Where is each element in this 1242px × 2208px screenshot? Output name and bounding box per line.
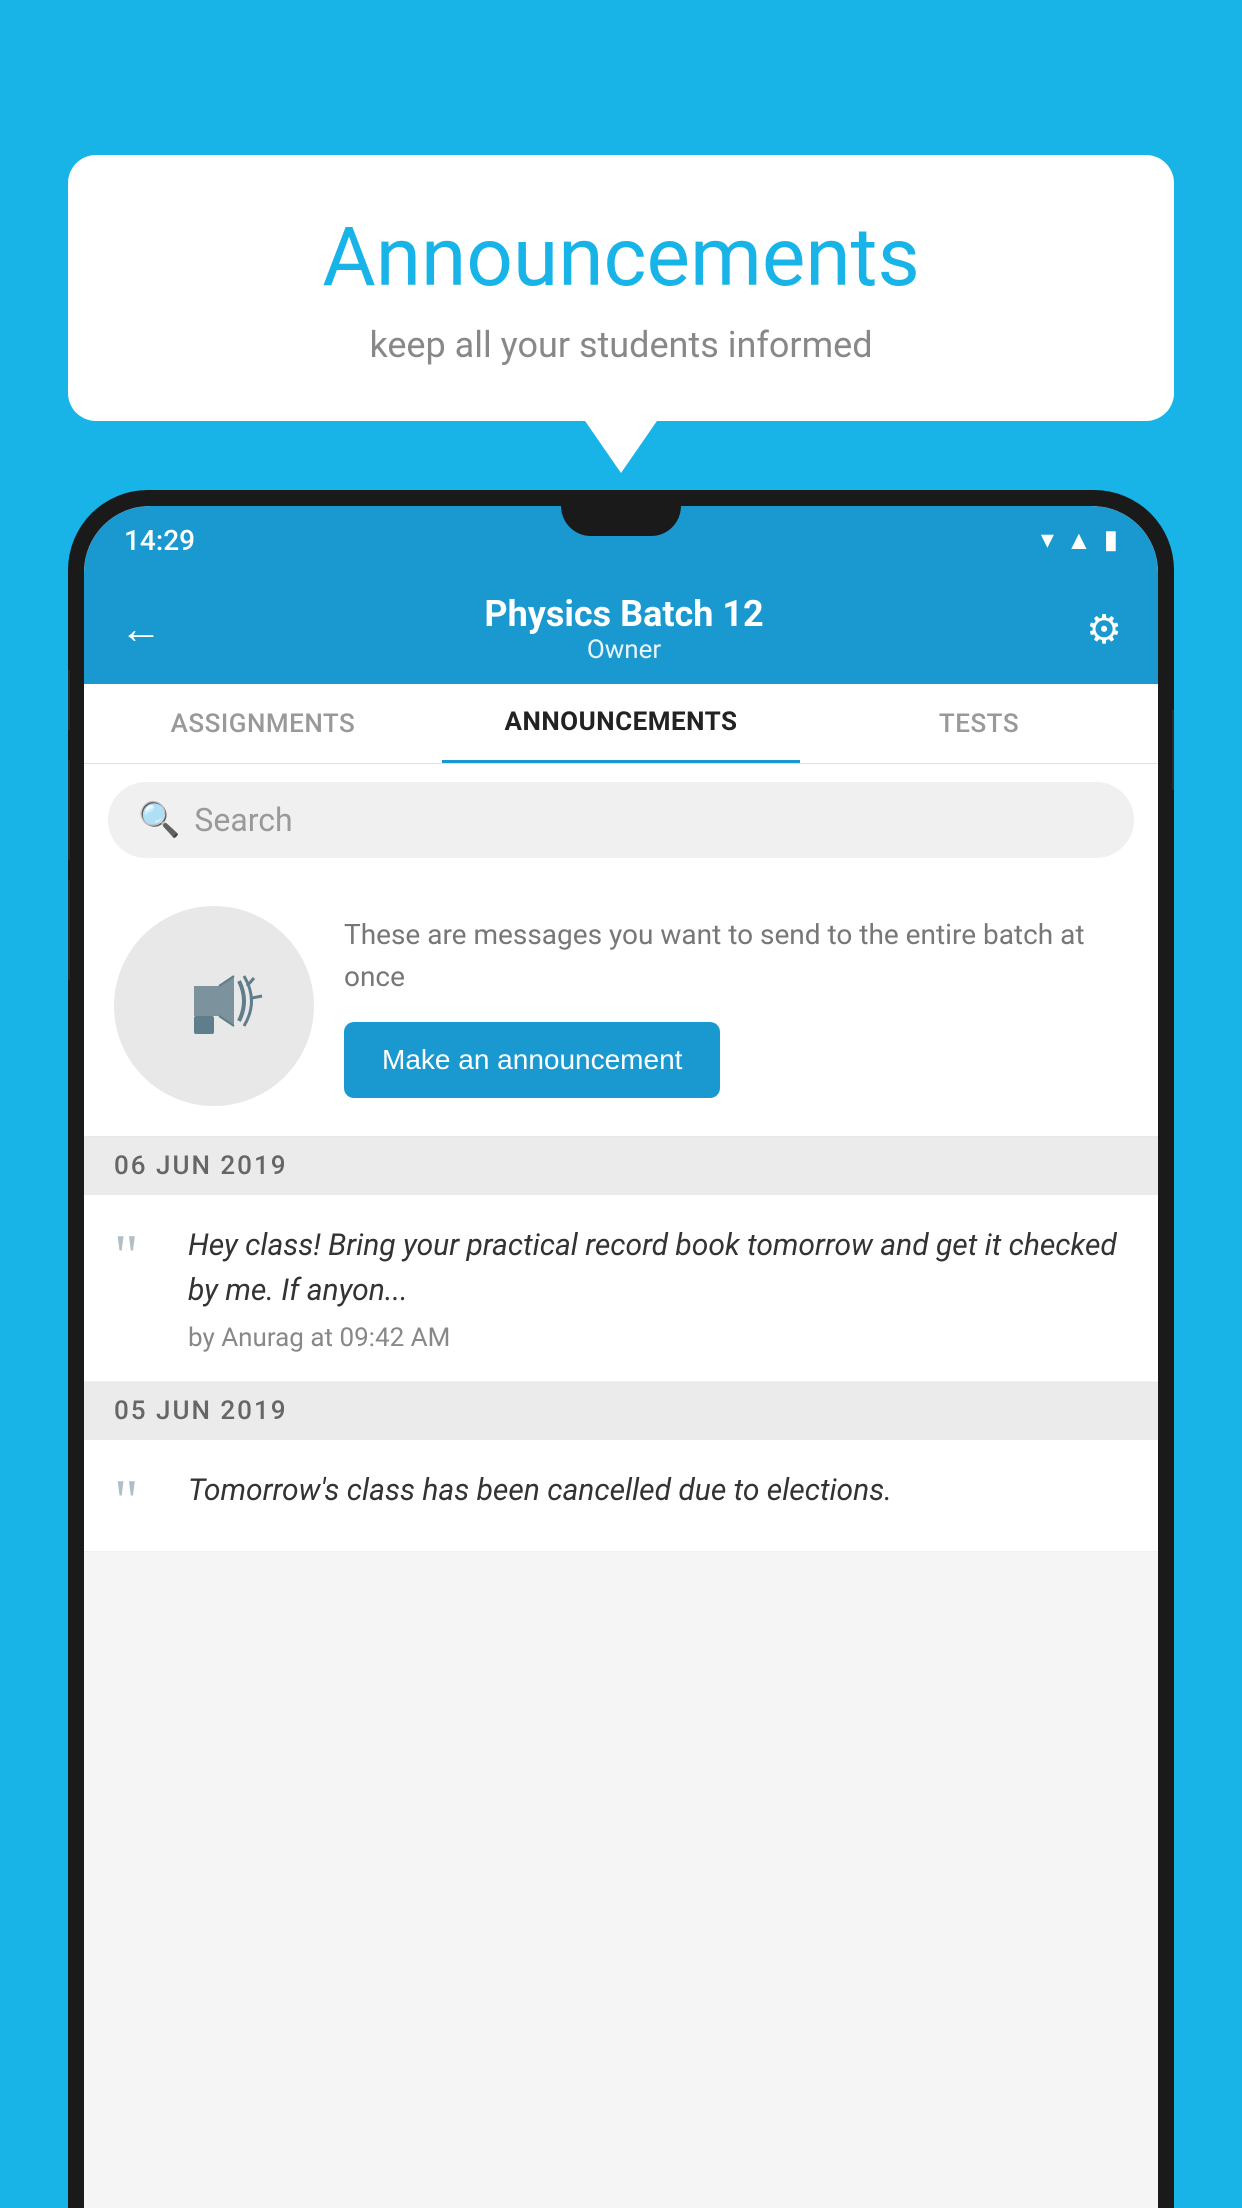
status-time: 14:29 (124, 524, 195, 557)
announcement-text-area-1: Hey class! Bring your practical record b… (188, 1223, 1128, 1353)
notch (561, 506, 681, 536)
volume-down-button (68, 880, 70, 980)
bubble-title: Announcements (128, 210, 1114, 306)
search-placeholder: Search (194, 801, 292, 839)
quote-icon-1: " (114, 1223, 164, 1277)
topbar-subtitle: Owner (484, 635, 763, 665)
date-separator-2: 05 JUN 2019 (84, 1382, 1158, 1440)
search-input-wrapper[interactable]: 🔍 Search (108, 782, 1134, 858)
promo-text-area: These are messages you want to send to t… (344, 914, 1128, 1098)
announcement-meta-1: by Anurag at 09:42 AM (188, 1323, 1128, 1353)
search-bar: 🔍 Search (84, 764, 1158, 876)
speech-bubble: Announcements keep all your students inf… (68, 155, 1174, 421)
quote-icon-2: " (114, 1468, 164, 1522)
status-bar: 14:29 ▾ ▲ ▮ (84, 506, 1158, 574)
volume-up-button (68, 760, 70, 860)
announcement-text-area-2: Tomorrow's class has been cancelled due … (188, 1468, 1128, 1523)
announcement-text-1: Hey class! Bring your practical record b… (188, 1223, 1128, 1313)
speech-bubble-container: Announcements keep all your students inf… (68, 155, 1174, 421)
battery-icon: ▮ (1104, 525, 1118, 555)
tab-announcements[interactable]: ANNOUNCEMENTS (442, 684, 800, 763)
announcement-item-2[interactable]: " Tomorrow's class has been cancelled du… (84, 1440, 1158, 1552)
topbar-title: Physics Batch 12 (484, 593, 763, 635)
back-button[interactable]: ← (120, 605, 162, 654)
top-bar: ← Physics Batch 12 Owner ⚙ (84, 574, 1158, 684)
announcement-item-1[interactable]: " Hey class! Bring your practical record… (84, 1195, 1158, 1382)
wifi-icon: ▾ (1041, 525, 1054, 555)
topbar-title-area: Physics Batch 12 Owner (484, 593, 763, 665)
make-announcement-button[interactable]: Make an announcement (344, 1022, 720, 1098)
settings-icon[interactable]: ⚙ (1086, 606, 1122, 653)
phone-frame: 14:29 ▾ ▲ ▮ ← Physics Batch 12 Owner ⚙ A… (68, 490, 1174, 2208)
promo-description: These are messages you want to send to t… (344, 914, 1128, 998)
date-separator-1: 06 JUN 2019 (84, 1137, 1158, 1195)
bubble-subtitle: keep all your students informed (128, 324, 1114, 366)
status-icons: ▾ ▲ ▮ (1041, 525, 1118, 556)
announcement-text-2: Tomorrow's class has been cancelled due … (188, 1468, 1128, 1513)
tab-assignments[interactable]: ASSIGNMENTS (84, 684, 442, 763)
megaphone-icon (164, 956, 264, 1056)
promo-icon-circle (114, 906, 314, 1106)
phone-screen: 14:29 ▾ ▲ ▮ ← Physics Batch 12 Owner ⚙ A… (84, 506, 1158, 2208)
tab-tests[interactable]: TESTS (800, 684, 1158, 763)
power-button (68, 670, 70, 730)
tabs-bar: ASSIGNMENTS ANNOUNCEMENTS TESTS (84, 684, 1158, 764)
announcement-promo: These are messages you want to send to t… (84, 876, 1158, 1137)
search-icon: 🔍 (138, 800, 180, 840)
signal-icon: ▲ (1066, 525, 1092, 556)
volume-button-right (1172, 710, 1174, 790)
